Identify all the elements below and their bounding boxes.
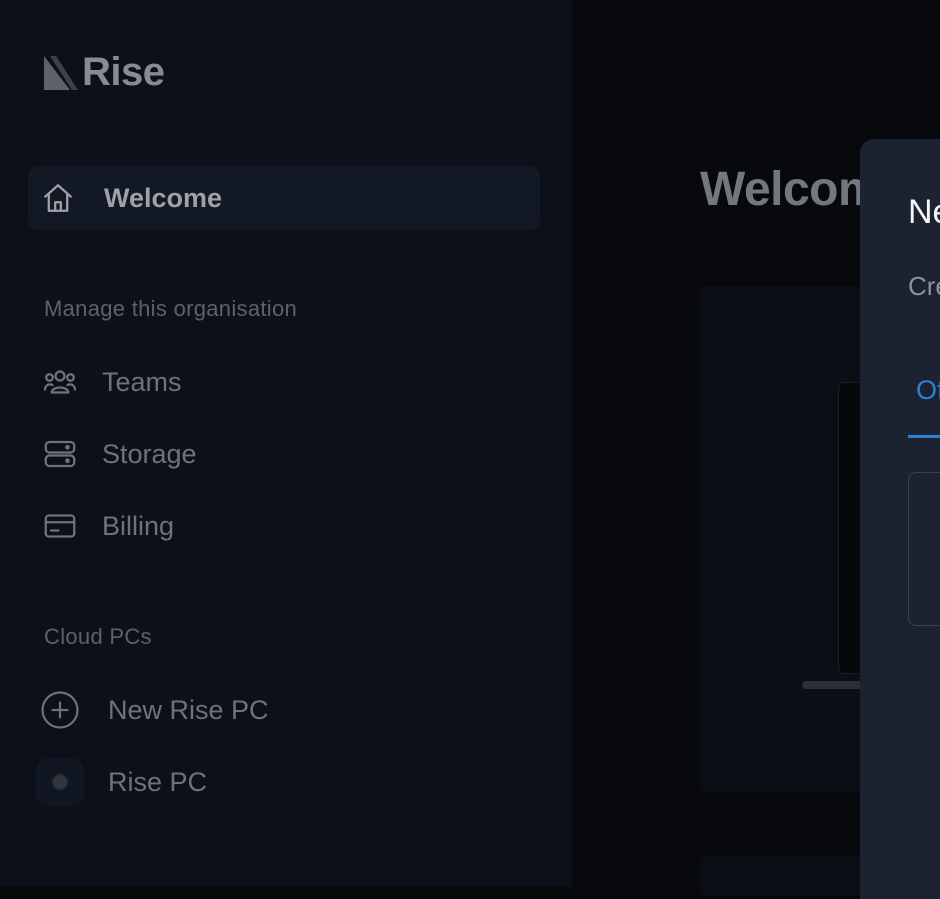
sidebar-item-label: New Rise PC bbox=[108, 694, 269, 725]
brand-name: Rise bbox=[82, 50, 165, 94]
sidebar-item-label: Billing bbox=[102, 510, 175, 541]
pc-avatar-icon bbox=[36, 758, 84, 806]
sidebar: Rise Welcome Manage this organisation Te… bbox=[0, 0, 572, 887]
users-icon bbox=[42, 364, 78, 400]
modal-tab-active[interactable]: Of bbox=[916, 375, 940, 406]
brand-logo[interactable]: Rise bbox=[44, 52, 165, 92]
server-icon bbox=[42, 436, 78, 472]
sidebar-item-rise-pc[interactable]: Rise PC bbox=[36, 758, 207, 806]
sidebar-item-storage[interactable]: Storage bbox=[42, 436, 197, 472]
option-card[interactable] bbox=[908, 472, 940, 626]
modal-subtitle: Create bbox=[908, 271, 940, 301]
rise-logo-icon bbox=[44, 56, 78, 90]
new-pc-modal: New Create Of bbox=[860, 139, 940, 899]
sidebar-item-label: Welcome bbox=[104, 182, 223, 213]
modal-title: New bbox=[908, 193, 940, 231]
section-label-manage: Manage this organisation bbox=[44, 296, 298, 321]
plus-circle-icon bbox=[40, 690, 80, 730]
sidebar-item-label: Rise PC bbox=[108, 766, 208, 797]
section-label-cloud-pcs: Cloud PCs bbox=[44, 624, 152, 649]
sidebar-item-teams[interactable]: Teams bbox=[42, 364, 182, 400]
sidebar-item-welcome[interactable]: Welcome bbox=[28, 166, 540, 230]
home-icon bbox=[40, 180, 76, 216]
sidebar-item-label: Teams bbox=[102, 366, 182, 397]
credit-card-icon bbox=[42, 508, 78, 544]
sidebar-item-label: Storage bbox=[102, 438, 197, 469]
active-tab-indicator bbox=[908, 435, 940, 438]
sidebar-item-new-rise-pc[interactable]: New Rise PC bbox=[40, 690, 269, 730]
sidebar-item-billing[interactable]: Billing bbox=[42, 508, 174, 544]
